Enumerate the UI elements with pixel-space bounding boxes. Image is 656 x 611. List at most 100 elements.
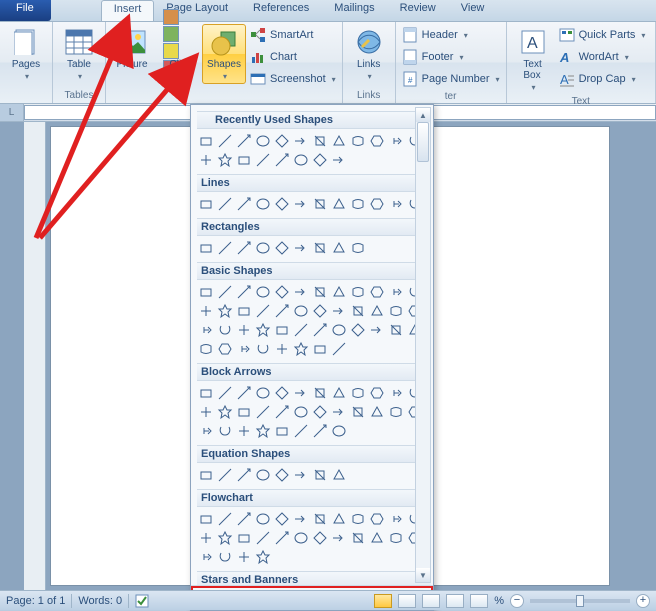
wordart-button[interactable]: AWordArt▾	[557, 46, 648, 68]
shape-item[interactable]	[368, 321, 386, 339]
shape-item[interactable]	[216, 321, 234, 339]
quickparts-button[interactable]: Quick Parts▾	[557, 24, 648, 46]
shape-item[interactable]	[235, 239, 253, 257]
shape-item[interactable]	[235, 384, 253, 402]
shape-item[interactable]	[254, 548, 272, 566]
screenshot-button[interactable]: Screenshot▾	[248, 68, 338, 90]
shape-item[interactable]	[330, 422, 348, 440]
tab-references[interactable]: References	[241, 0, 322, 21]
status-page[interactable]: Page: 1 of 1	[6, 595, 65, 607]
shape-item[interactable]	[197, 529, 215, 547]
shapes-button[interactable]: Shapes▾	[202, 24, 246, 84]
shape-item[interactable]	[368, 384, 386, 402]
dropdown-scrollbar[interactable]: ▲▼	[415, 107, 431, 583]
tab-mailings[interactable]: Mailings	[322, 0, 387, 21]
vertical-ruler[interactable]	[24, 122, 46, 590]
shape-item[interactable]	[330, 384, 348, 402]
view-web[interactable]	[422, 594, 440, 608]
shape-item[interactable]	[311, 510, 329, 528]
smartart-button[interactable]: SmartArt	[248, 24, 338, 46]
tab-hidden-home[interactable]	[51, 0, 101, 21]
shape-item[interactable]	[311, 132, 329, 150]
shape-item[interactable]	[292, 283, 310, 301]
scroll-thumb[interactable]	[417, 122, 429, 162]
shape-item[interactable]	[368, 302, 386, 320]
shape-item[interactable]	[216, 422, 234, 440]
shape-item[interactable]	[330, 132, 348, 150]
shape-item[interactable]	[349, 510, 367, 528]
shape-item[interactable]	[387, 403, 405, 421]
shape-item[interactable]	[197, 132, 215, 150]
shape-item[interactable]	[235, 302, 253, 320]
shape-item[interactable]	[368, 510, 386, 528]
shape-item[interactable]	[254, 302, 272, 320]
shape-item[interactable]	[387, 321, 405, 339]
shape-item[interactable]	[387, 132, 405, 150]
shape-item[interactable]	[273, 466, 291, 484]
shape-item[interactable]	[216, 510, 234, 528]
shape-item[interactable]	[216, 132, 234, 150]
header-button[interactable]: Header▾	[400, 24, 502, 46]
shape-item[interactable]	[387, 510, 405, 528]
shape-item[interactable]	[254, 529, 272, 547]
shape-item[interactable]	[197, 422, 215, 440]
shape-item[interactable]	[197, 151, 215, 169]
shape-item[interactable]	[273, 510, 291, 528]
shape-item[interactable]	[292, 466, 310, 484]
shape-item[interactable]	[311, 321, 329, 339]
shape-item[interactable]	[254, 422, 272, 440]
shape-item[interactable]	[292, 384, 310, 402]
shape-item[interactable]	[330, 466, 348, 484]
shape-item[interactable]	[349, 403, 367, 421]
shape-item[interactable]	[292, 151, 310, 169]
shape-item[interactable]	[330, 302, 348, 320]
shapes-scroll[interactable]: Recently Used Shapes Lines Rectangles Ba…	[191, 105, 433, 585]
shape-item[interactable]	[235, 403, 253, 421]
shape-item[interactable]	[197, 466, 215, 484]
zoom-thumb[interactable]	[576, 595, 584, 607]
shape-item[interactable]	[254, 321, 272, 339]
shape-item[interactable]	[216, 403, 234, 421]
shape-item[interactable]	[368, 195, 386, 213]
zoom-in-button[interactable]: +	[636, 594, 650, 608]
shape-item[interactable]	[216, 239, 234, 257]
shape-item[interactable]	[235, 422, 253, 440]
shape-item[interactable]	[292, 195, 310, 213]
shape-item[interactable]	[254, 510, 272, 528]
view-draft[interactable]	[470, 594, 488, 608]
shape-item[interactable]	[387, 529, 405, 547]
shape-item[interactable]	[235, 466, 253, 484]
shape-item[interactable]	[197, 510, 215, 528]
shape-item[interactable]	[254, 239, 272, 257]
shape-item[interactable]	[311, 384, 329, 402]
shape-item[interactable]	[216, 384, 234, 402]
shape-item[interactable]	[330, 283, 348, 301]
shape-item[interactable]	[235, 510, 253, 528]
shape-item[interactable]	[368, 529, 386, 547]
shape-item[interactable]	[273, 422, 291, 440]
shape-item[interactable]	[197, 283, 215, 301]
shape-item[interactable]	[368, 283, 386, 301]
shape-item[interactable]	[368, 403, 386, 421]
shape-item[interactable]	[330, 321, 348, 339]
shape-item[interactable]	[273, 151, 291, 169]
tab-file[interactable]: File	[0, 0, 51, 21]
table-button[interactable]: Table▾	[57, 24, 101, 84]
shape-item[interactable]	[216, 466, 234, 484]
shape-item[interactable]	[254, 132, 272, 150]
shape-item[interactable]	[387, 302, 405, 320]
shape-item[interactable]	[235, 283, 253, 301]
shape-item[interactable]	[216, 283, 234, 301]
shape-item[interactable]	[235, 151, 253, 169]
shape-item[interactable]	[292, 422, 310, 440]
shape-item[interactable]	[349, 195, 367, 213]
shape-item[interactable]	[235, 195, 253, 213]
shape-item[interactable]	[311, 283, 329, 301]
shape-item[interactable]	[292, 340, 310, 358]
shape-item[interactable]	[197, 340, 215, 358]
shape-item[interactable]	[254, 466, 272, 484]
chart-button[interactable]: Chart	[248, 46, 338, 68]
status-words[interactable]: Words: 0	[78, 595, 122, 607]
shape-item[interactable]	[330, 529, 348, 547]
shape-item[interactable]	[216, 340, 234, 358]
